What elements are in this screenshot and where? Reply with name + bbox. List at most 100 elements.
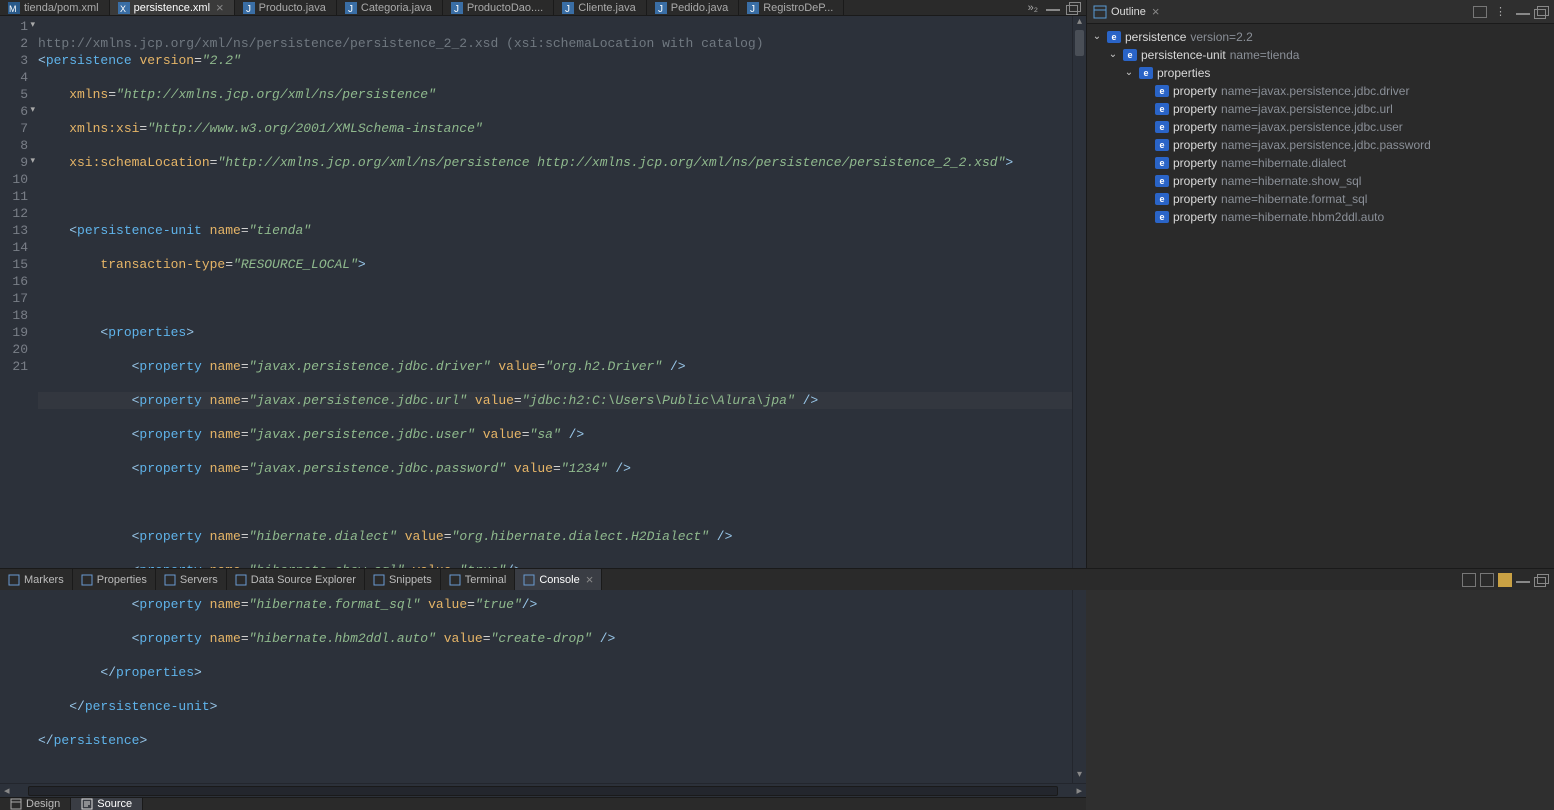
snip-icon: [373, 574, 385, 586]
chevron-down-icon[interactable]: ⌄: [1091, 31, 1103, 43]
view-tab-label: Data Source Explorer: [251, 574, 356, 586]
outline-node-name: persistence-unit: [1141, 48, 1226, 62]
outline-node[interactable]: eproperty name=hibernate.hbm2ddl.auto: [1091, 208, 1550, 226]
element-icon: e: [1139, 67, 1153, 79]
minimize-icon[interactable]: [1516, 9, 1530, 15]
view-tab-label: Snippets: [389, 574, 432, 586]
design-mode-button[interactable]: Design: [0, 798, 71, 810]
view-tab-servers[interactable]: Servers: [156, 569, 227, 590]
source-mode-button[interactable]: Source: [71, 798, 143, 810]
scroll-thumb[interactable]: [1075, 30, 1084, 56]
scroll-right-icon[interactable]: ▸: [1072, 784, 1086, 797]
editor-mode-bar: Design Source: [0, 797, 1086, 810]
source-icon: [81, 798, 93, 810]
outline-node[interactable]: ⌄epersistence-unit name=tienda: [1091, 46, 1550, 64]
view-tab-terminal[interactable]: Terminal: [441, 569, 516, 590]
scroll-left-icon[interactable]: ◂: [0, 784, 14, 797]
element-icon: e: [1155, 121, 1169, 133]
outline-node[interactable]: eproperty name=hibernate.show_sql: [1091, 172, 1550, 190]
editor-tab-label: Categoria.java: [361, 2, 432, 14]
outline-title: Outline: [1111, 6, 1146, 18]
editor-tab[interactable]: JProductoDao....: [443, 0, 554, 15]
view-menu-icon[interactable]: ⋮: [1491, 5, 1510, 18]
minimize-icon[interactable]: [1046, 5, 1060, 11]
outline-node-name: property: [1173, 102, 1217, 116]
outline-node-detail: name=hibernate.hbm2ddl.auto: [1221, 210, 1384, 224]
element-icon: e: [1123, 49, 1137, 61]
bottom-view-bar: Markers Properties Servers Data Source Expl…: [0, 568, 1554, 590]
restore-icon[interactable]: [1066, 2, 1080, 14]
java-file-icon: J: [451, 2, 463, 14]
element-icon: e: [1155, 103, 1169, 115]
outline-node-name: property: [1173, 84, 1217, 98]
view-tab-label: Console: [539, 574, 579, 586]
view-tab-console[interactable]: Console ×: [515, 569, 602, 590]
outline-icon: [1093, 5, 1107, 19]
outline-node-name: property: [1173, 138, 1217, 152]
server-icon: [164, 574, 176, 586]
outline-node-name: property: [1173, 192, 1217, 206]
scroll-down-icon[interactable]: ▾: [1073, 769, 1086, 783]
restore-icon[interactable]: [1534, 574, 1548, 586]
view-tab-snippets[interactable]: Snippets: [365, 569, 441, 590]
open-console-icon[interactable]: [1498, 573, 1512, 587]
outline-node[interactable]: eproperty name=hibernate.format_sql: [1091, 190, 1550, 208]
view-tab-label: Markers: [24, 574, 64, 586]
editor-tab-label: Cliente.java: [578, 2, 635, 14]
outline-node[interactable]: e property name=javax.persistence.jdbc.ur…: [1091, 100, 1550, 118]
editor-tab[interactable]: JProducto.java: [235, 0, 337, 15]
outline-node[interactable]: ⌄eproperties: [1091, 64, 1550, 82]
element-icon: e: [1155, 139, 1169, 151]
outline-node[interactable]: e property name=javax.persistence.jdbc.us…: [1091, 118, 1550, 136]
editor-tab[interactable]: JPedido.java: [647, 0, 740, 15]
vertical-scrollbar[interactable]: ▴ ▾: [1072, 16, 1086, 783]
outline-node-detail: name=javax.persistence.jdbc.user: [1221, 120, 1403, 134]
restore-icon[interactable]: [1534, 6, 1548, 18]
close-icon[interactable]: ×: [1152, 4, 1160, 19]
outline-node[interactable]: eproperty name=javax.persistence.jdbc.dr…: [1091, 82, 1550, 100]
editor-tab[interactable]: JCategoria.java: [337, 0, 443, 15]
outline-node[interactable]: ⌄epersistence version=2.2: [1091, 28, 1550, 46]
element-icon: e: [1155, 193, 1169, 205]
editor-tab[interactable]: JRegistroDeP...: [739, 0, 844, 15]
outline-header: Outline × ⋮: [1087, 0, 1554, 24]
maven-file-icon: M: [8, 2, 20, 14]
pin-console-icon[interactable]: [1462, 573, 1476, 587]
view-tab-label: Properties: [97, 574, 147, 586]
editor-tab[interactable]: JCliente.java: [554, 0, 646, 15]
chevron-down-icon[interactable]: ⌄: [1123, 67, 1135, 79]
tree-spacer: [1139, 175, 1151, 187]
editor-tab-bar: Mtienda/pom.xmlXpersistence.xml×JProduct…: [0, 0, 1086, 16]
code-editor[interactable]: 1▾ 2 3 4 5 6▾ 7 8 9▾ 10 11 12 13 14 15 1…: [0, 16, 1086, 783]
tabs-overflow[interactable]: »₂: [1028, 2, 1038, 14]
display-selected-icon[interactable]: [1480, 573, 1494, 587]
chevron-down-icon[interactable]: ⌄: [1107, 49, 1119, 61]
outline-toolbar-icon[interactable]: [1473, 6, 1487, 18]
gutter: 1▾ 2 3 4 5 6▾ 7 8 9▾ 10 11 12 13 14 15 1…: [0, 16, 34, 783]
element-icon: e: [1155, 211, 1169, 223]
editor-tab-label: Producto.java: [259, 2, 326, 14]
view-tab-properties[interactable]: Properties: [73, 569, 156, 590]
svg-text:X: X: [120, 4, 126, 14]
code-body[interactable]: http://xmlns.jcp.org/xml/ns/persistence/…: [34, 16, 1086, 783]
outline-node-name: property: [1173, 120, 1217, 134]
horizontal-scrollbar[interactable]: ◂ ▸: [0, 783, 1086, 797]
outline-node-name: property: [1173, 174, 1217, 188]
outline-node[interactable]: eproperty name=hibernate.dialect: [1091, 154, 1550, 172]
element-icon: e: [1155, 157, 1169, 169]
editor-tab[interactable]: Xpersistence.xml ×: [110, 0, 235, 15]
minimize-icon[interactable]: [1516, 577, 1530, 583]
outline-node-detail: name=javax.persistence.jdbc.url: [1221, 102, 1393, 116]
editor-tab-label: persistence.xml: [134, 2, 210, 14]
close-icon[interactable]: ×: [216, 0, 224, 15]
svg-text:J: J: [454, 4, 459, 14]
view-tab-markers[interactable]: Markers: [0, 569, 73, 590]
editor-tab[interactable]: Mtienda/pom.xml: [0, 0, 110, 15]
view-tab-data-source-explorer[interactable]: Data Source Explorer: [227, 569, 365, 590]
close-icon[interactable]: ×: [586, 572, 594, 587]
scroll-track[interactable]: [28, 786, 1059, 796]
scroll-up-icon[interactable]: ▴: [1073, 16, 1086, 30]
outline-node-detail: name=javax.persistence.jdbc.password: [1221, 138, 1431, 152]
outline-tree[interactable]: ⌄epersistence version=2.2⌄epersistence-u…: [1087, 24, 1554, 590]
outline-node[interactable]: e property name=javax.persistence.jdbc.pa…: [1091, 136, 1550, 154]
